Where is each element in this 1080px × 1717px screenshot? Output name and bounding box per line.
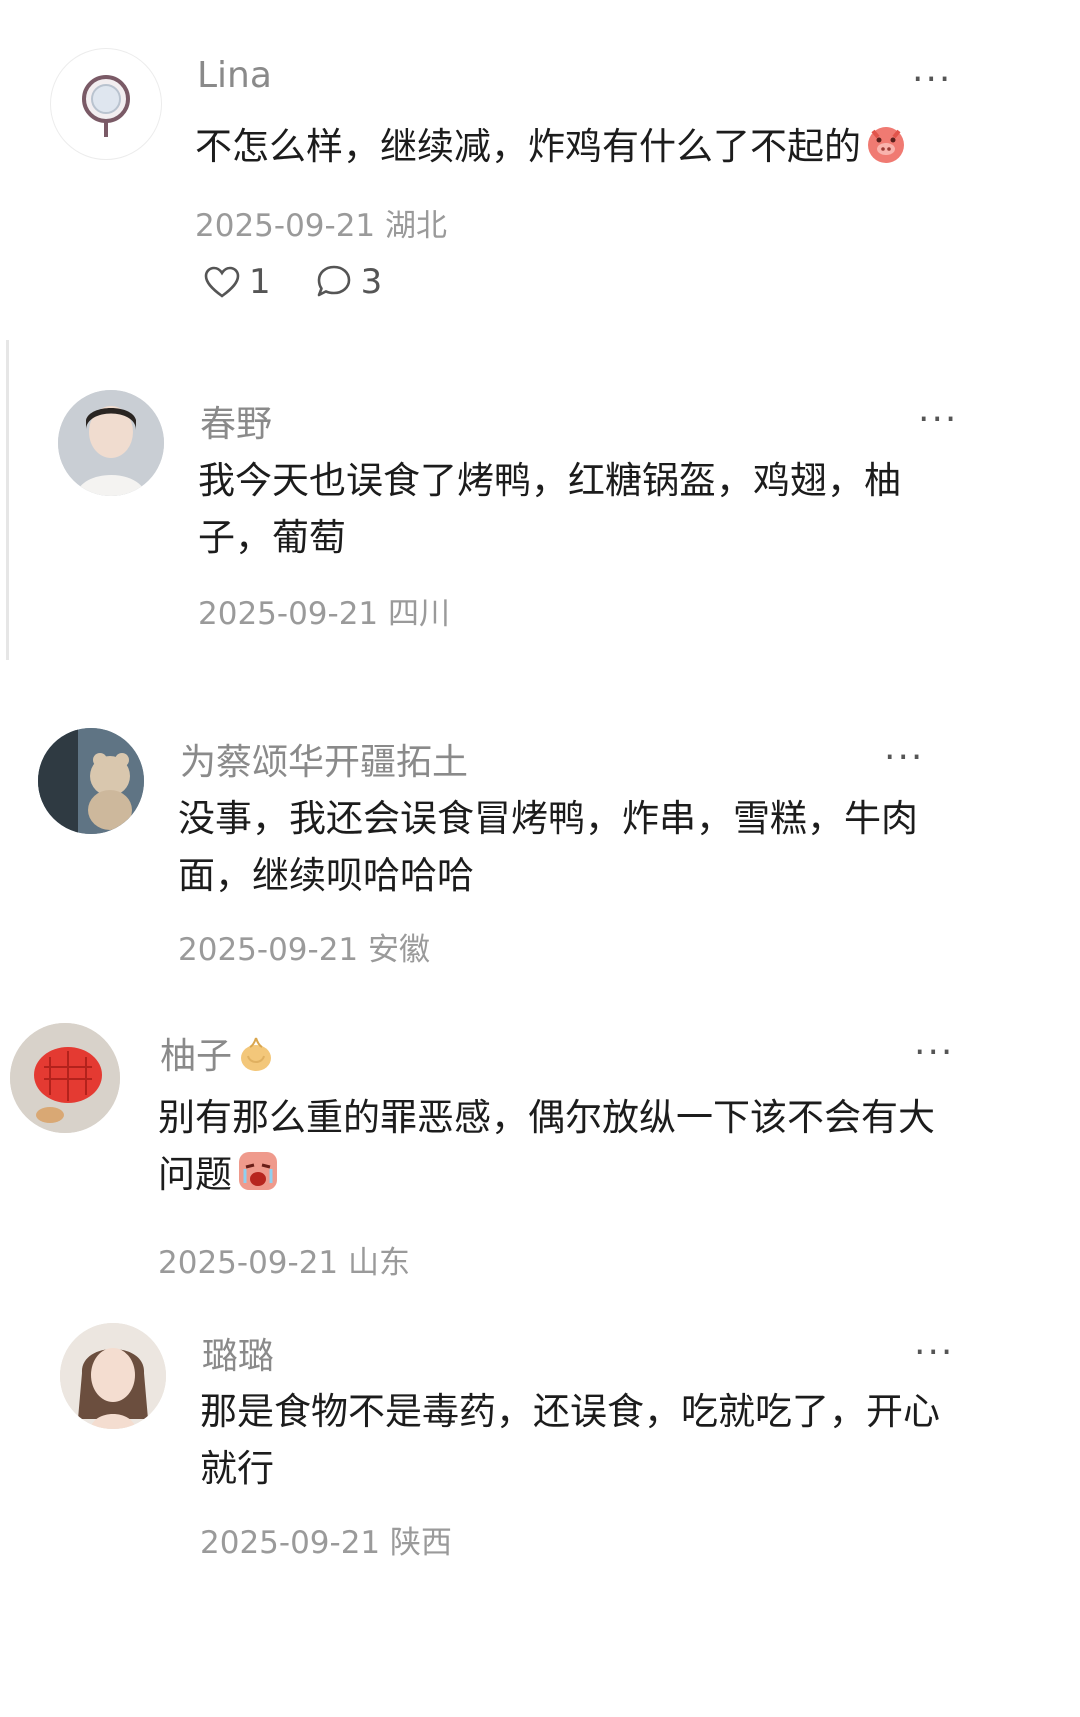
avatar-photo-icon	[38, 728, 144, 834]
comment-meta: 2025-09-21 湖北	[195, 200, 447, 245]
reply-button[interactable]: 3	[315, 262, 383, 302]
crying-face-emoji-icon	[236, 1149, 280, 1209]
comment-date: 2025-09-21	[200, 1525, 381, 1561]
comment-location: 湖北	[385, 208, 448, 244]
comment-date: 2025-09-21	[195, 208, 376, 244]
mirror-icon	[82, 75, 130, 137]
comment-item: 为蔡颂华开疆拓土 ··· 没事，我还会误食冒烤鸭，炸串，雪糕，牛肉面，继续呗哈哈…	[0, 700, 1080, 1000]
comment-location: 安徽	[368, 932, 431, 968]
comment-text: 没事，我还会误食冒烤鸭，炸串，雪糕，牛肉面，继续呗哈哈哈	[178, 797, 918, 897]
username[interactable]: 春野	[200, 395, 272, 447]
comment-date: 2025-09-21	[178, 932, 359, 968]
more-options-button[interactable]: ···	[884, 740, 924, 776]
comment-meta: 2025-09-21 四川	[198, 588, 450, 633]
heart-icon	[204, 266, 240, 298]
comment-text: 那是食物不是毒药，还误食，吃就吃了，开心就行	[200, 1390, 940, 1490]
avatar[interactable]	[10, 1023, 120, 1133]
username[interactable]: 为蔡颂华开疆拓土	[180, 733, 468, 785]
comment-location: 陕西	[390, 1525, 453, 1561]
comment-item: 春野 ··· 我今天也误食了烤鸭，红糖锅盔，鸡翅，柚子，葡萄 2025-09-2…	[0, 340, 1080, 660]
comment-text: 别有那么重的罪恶感，偶尔放纵一下该不会有大问题	[158, 1089, 948, 1209]
username-text: 柚子	[160, 1036, 233, 1077]
username[interactable]: Lina	[197, 55, 272, 96]
username[interactable]: 柚子	[160, 1027, 276, 1083]
comment-meta: 2025-09-21 安徽	[178, 924, 430, 969]
pig-face-emoji-icon	[865, 123, 907, 181]
comment-bubble-icon	[317, 265, 350, 297]
comment-date: 2025-09-21	[198, 596, 379, 632]
comment-meta: 2025-09-21 山东	[158, 1237, 410, 1282]
avatar-photo-icon	[60, 1323, 166, 1429]
avatar-photo-icon	[58, 390, 164, 496]
more-options-button[interactable]: ···	[914, 1335, 954, 1371]
comment-location: 四川	[388, 596, 451, 632]
username[interactable]: 璐璐	[202, 1327, 274, 1379]
avatar[interactable]	[60, 1323, 166, 1429]
comment-item: 柚子 ··· 别有那么重的罪恶感，偶尔放纵一下该不会有大问题 2025-09-2…	[0, 1005, 1080, 1300]
avatar[interactable]	[50, 48, 162, 160]
avatar[interactable]	[58, 390, 164, 496]
comment-item: Lina ··· 不怎么样，继续减，炸鸡有什么了不起的 2025-09-21 湖…	[0, 0, 1080, 340]
like-count: 1	[249, 262, 271, 302]
comment-text: 不怎么样，继续减，炸鸡有什么了不起的	[195, 118, 955, 181]
avatar-photo-icon	[10, 1023, 120, 1133]
comment-actions: 1 3	[203, 262, 426, 302]
more-options-button[interactable]: ···	[918, 402, 958, 438]
avatar[interactable]	[38, 728, 144, 834]
more-options-button[interactable]: ···	[912, 62, 952, 98]
more-options-button[interactable]: ···	[914, 1035, 954, 1071]
reply-count: 3	[360, 262, 383, 302]
comment-item: 璐璐 ··· 那是食物不是毒药，还误食，吃就吃了，开心就行 2025-09-21…	[0, 1305, 1080, 1717]
comment-text-content: 不怎么样，继续减，炸鸡有什么了不起的	[195, 125, 861, 168]
onion-emoji-icon	[236, 1034, 276, 1083]
comment-text: 我今天也误食了烤鸭，红糖锅盔，鸡翅，柚子，葡萄	[198, 459, 901, 559]
comment-meta: 2025-09-21 陕西	[200, 1517, 452, 1562]
like-button[interactable]: 1	[203, 262, 271, 302]
comment-date: 2025-09-21	[158, 1245, 339, 1281]
comment-location: 山东	[348, 1245, 411, 1281]
